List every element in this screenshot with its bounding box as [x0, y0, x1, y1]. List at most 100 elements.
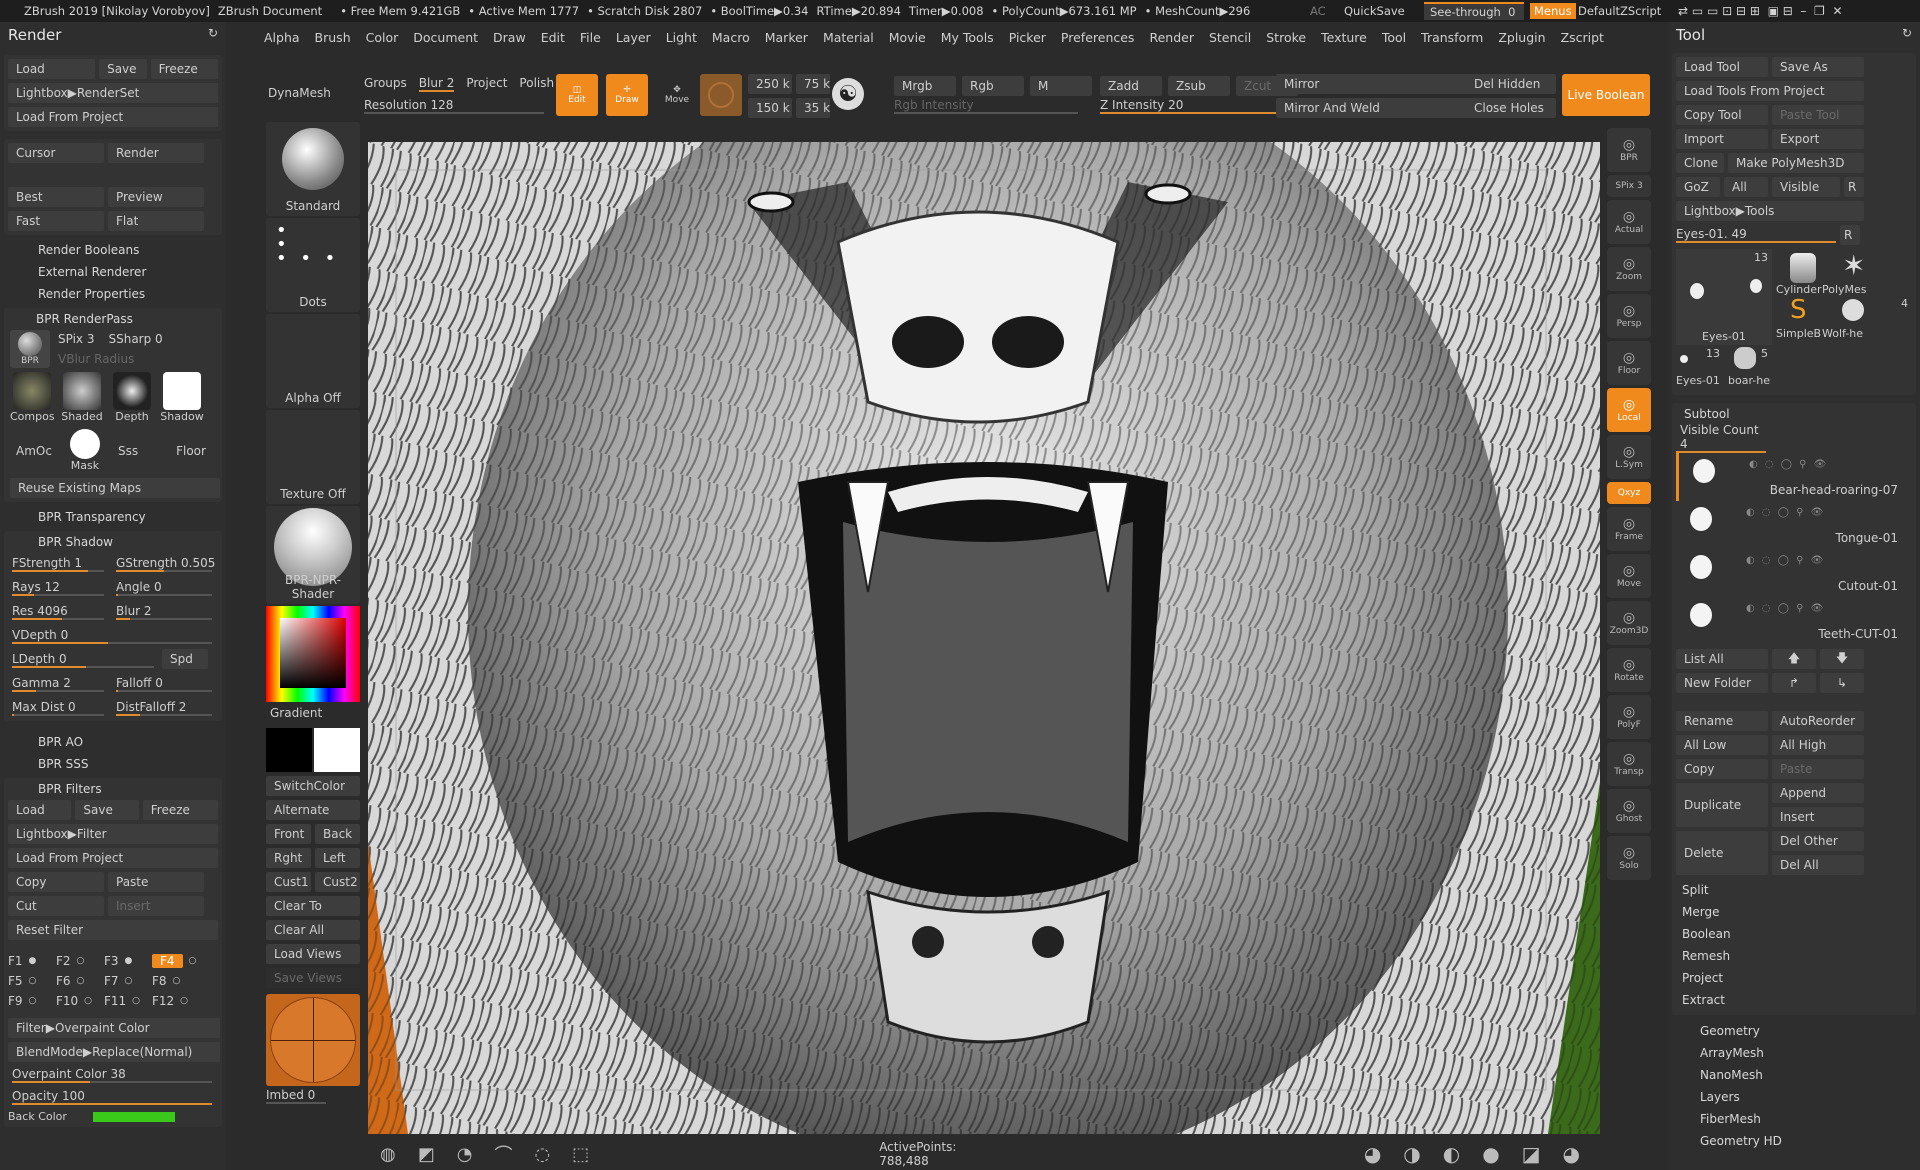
amoc-toggle[interactable]: AmOc	[16, 444, 52, 458]
bpr-ao-item[interactable]: BPR AO	[0, 731, 226, 753]
copy-tool-button[interactable]: Copy Tool	[1676, 105, 1768, 125]
scale-button[interactable]	[700, 74, 742, 116]
menu-marker[interactable]: Marker	[765, 30, 808, 45]
filter-slot-f9[interactable]: F9 ○	[8, 994, 56, 1008]
view-tool-persp[interactable]: ◎ Persp	[1607, 294, 1651, 338]
blur-slider-top[interactable]: Blur 2	[418, 76, 455, 92]
menu-tool[interactable]: Tool	[1382, 30, 1406, 45]
menus-toggle[interactable]: Menus	[1530, 3, 1576, 19]
blur-slider[interactable]: Blur 2	[112, 601, 216, 621]
view-dial[interactable]	[266, 994, 360, 1086]
blend-mode-button[interactable]: BlendMode▶Replace(Normal)	[8, 1042, 220, 1062]
arrow-up-right-icon[interactable]: ↱	[1772, 673, 1816, 693]
quicksave-button[interactable]: QuickSave	[1344, 4, 1405, 18]
view-tool-solo[interactable]: ◎ Solo	[1607, 836, 1651, 880]
filter-slot-radio-icon[interactable]: ○	[180, 996, 188, 1006]
filter-slot-radio-icon[interactable]: ○	[125, 976, 133, 986]
goz-visible-button[interactable]: Visible	[1772, 177, 1840, 197]
yin-yang-icon[interactable]: ☯	[832, 78, 864, 110]
compos-pass[interactable]: Compos	[10, 372, 55, 423]
filter-slot-radio-icon[interactable]: ○	[77, 956, 85, 966]
menu-material[interactable]: Material	[823, 30, 874, 45]
export-button[interactable]: Export	[1772, 129, 1864, 149]
view-tool-move[interactable]: ◎ Move	[1607, 554, 1651, 598]
preview-button[interactable]: Preview	[108, 187, 204, 207]
menu-light[interactable]: Light	[666, 30, 697, 45]
tool-thumb-eyes[interactable]: 13 Eyes-01	[1676, 249, 1772, 345]
subtool-row[interactable]: ◐ ◌ ◯ ⚲ 👁 Cutout-01	[1676, 549, 1912, 597]
vblur-slider[interactable]: VBlur Radius	[58, 352, 218, 366]
clear-all-button[interactable]: Clear All	[266, 920, 360, 940]
rgb-button[interactable]: Rgb	[962, 76, 1024, 96]
refresh-icon[interactable]: ↻	[1902, 26, 1912, 44]
make-polymesh-button[interactable]: Make PolyMesh3D	[1728, 153, 1864, 173]
subtool-visibility-icon[interactable]: ◐ ◌ ◯ ⚲ 👁	[1746, 555, 1825, 566]
bottom-material-icons[interactable]: ◕◑◐●◪◕	[1364, 1142, 1602, 1166]
filter-slot-f6[interactable]: F6 ○	[56, 974, 104, 988]
menu-document[interactable]: Document	[413, 30, 478, 45]
view-tool-rotate[interactable]: ◎ Rotate	[1607, 648, 1651, 692]
view-tool-spix-3[interactable]: SPix 3	[1607, 175, 1651, 197]
window-icons[interactable]: ⇄ ▭ ▭ ⊡ ⊟ ⊞ ▣ ⊟ – ❐ ✕	[1678, 4, 1843, 18]
load-views-button[interactable]: Load Views	[266, 944, 360, 964]
view-tool-floor[interactable]: ◎ Floor	[1607, 341, 1651, 385]
rgb-intensity-slider[interactable]: Rgb Intensity	[894, 98, 1078, 114]
overpaint-slider[interactable]: Overpaint Color 38	[8, 1064, 216, 1084]
save-as-button[interactable]: Save As	[1772, 57, 1864, 77]
geometry-item[interactable]: Geometry	[1668, 1018, 1920, 1042]
load-tools-project-button[interactable]: Load Tools From Project	[1676, 81, 1864, 101]
filter-freeze-button[interactable]: Freeze	[142, 800, 219, 820]
ldepth-slider[interactable]: LDepth 0	[8, 649, 158, 669]
view-tool-qxyz[interactable]: Qxyz	[1607, 482, 1651, 504]
move-up-icon[interactable]: 🡅	[1772, 649, 1816, 669]
remesh-item[interactable]: Remesh	[1676, 945, 1912, 967]
flat-button[interactable]: Flat	[108, 211, 204, 231]
spd-button[interactable]: Spd	[162, 649, 208, 669]
renderpass-header[interactable]: BPR RenderPass	[10, 312, 218, 330]
move-down-icon[interactable]: 🡇	[1820, 649, 1864, 669]
right-view-button[interactable]: Rght	[266, 848, 311, 868]
merge-item[interactable]: Merge	[1676, 901, 1912, 923]
back-view-button[interactable]: Back	[315, 824, 360, 844]
menu-layer[interactable]: Layer	[616, 30, 651, 45]
filter-slot-f5[interactable]: F5 ○	[8, 974, 56, 988]
back-color-swatch[interactable]	[92, 1111, 175, 1122]
external-renderer-item[interactable]: External Renderer	[0, 261, 226, 283]
menu-movie[interactable]: Movie	[889, 30, 926, 45]
color-square[interactable]	[280, 618, 346, 688]
filter-cut-button[interactable]: Cut	[8, 896, 104, 916]
stroke-icon-6[interactable]: ⬚	[572, 1144, 589, 1165]
view-tool-polyf[interactable]: ◎ PolyF	[1607, 695, 1651, 739]
see-through-slider[interactable]: See-through 0	[1424, 2, 1524, 20]
thumb-label-simpleb[interactable]: SimpleB	[1776, 327, 1821, 340]
filter-slot-radio-icon[interactable]: ○	[84, 996, 92, 1006]
secondary-color-swatch[interactable]	[266, 728, 312, 772]
draw-size-250[interactable]: 250 k	[748, 74, 792, 94]
reuse-maps-button[interactable]: Reuse Existing Maps	[10, 478, 220, 498]
stroke-slot[interactable]: • • • • • Dots	[266, 218, 360, 312]
menu-file[interactable]: File	[580, 30, 601, 45]
main-color-swatch[interactable]	[314, 728, 360, 772]
menu-edit[interactable]: Edit	[541, 30, 565, 45]
z-intensity-slider[interactable]: Z Intensity 20	[1100, 98, 1300, 114]
stroke-icon-3[interactable]: ◔	[457, 1144, 473, 1165]
filter-slot-radio-icon[interactable]: ○	[132, 996, 140, 1006]
tool-r-button[interactable]: R	[1840, 225, 1860, 245]
rename-button[interactable]: Rename	[1676, 711, 1768, 731]
arraymesh-item[interactable]: ArrayMesh	[1668, 1042, 1920, 1064]
filter-slot-f12[interactable]: F12 ○	[152, 994, 200, 1008]
render-save-button[interactable]: Save	[99, 59, 147, 79]
m-button[interactable]: M	[1030, 76, 1092, 96]
groups-toggle[interactable]: Groups	[364, 76, 407, 92]
menu-brush[interactable]: Brush	[315, 30, 351, 45]
gstrength-slider[interactable]: GStrength 0.505	[112, 553, 216, 573]
subtool-row[interactable]: ◐ ◌ ◯ ⚲ 👁 Tongue-01	[1676, 501, 1912, 549]
front-view-button[interactable]: Front	[266, 824, 311, 844]
live-boolean-button[interactable]: Live Boolean	[1562, 74, 1650, 116]
bpr-sss-item[interactable]: BPR SSS	[0, 753, 226, 775]
stroke-icon-4[interactable]: ⌒	[494, 1141, 512, 1167]
material-slot[interactable]: BPR-NPR-Shader	[266, 506, 360, 604]
view-tool-l-sym[interactable]: ◎ L.Sym	[1607, 435, 1651, 479]
visible-count-slider[interactable]: Visible Count 4	[1676, 423, 1766, 453]
menu-macro[interactable]: Macro	[712, 30, 750, 45]
